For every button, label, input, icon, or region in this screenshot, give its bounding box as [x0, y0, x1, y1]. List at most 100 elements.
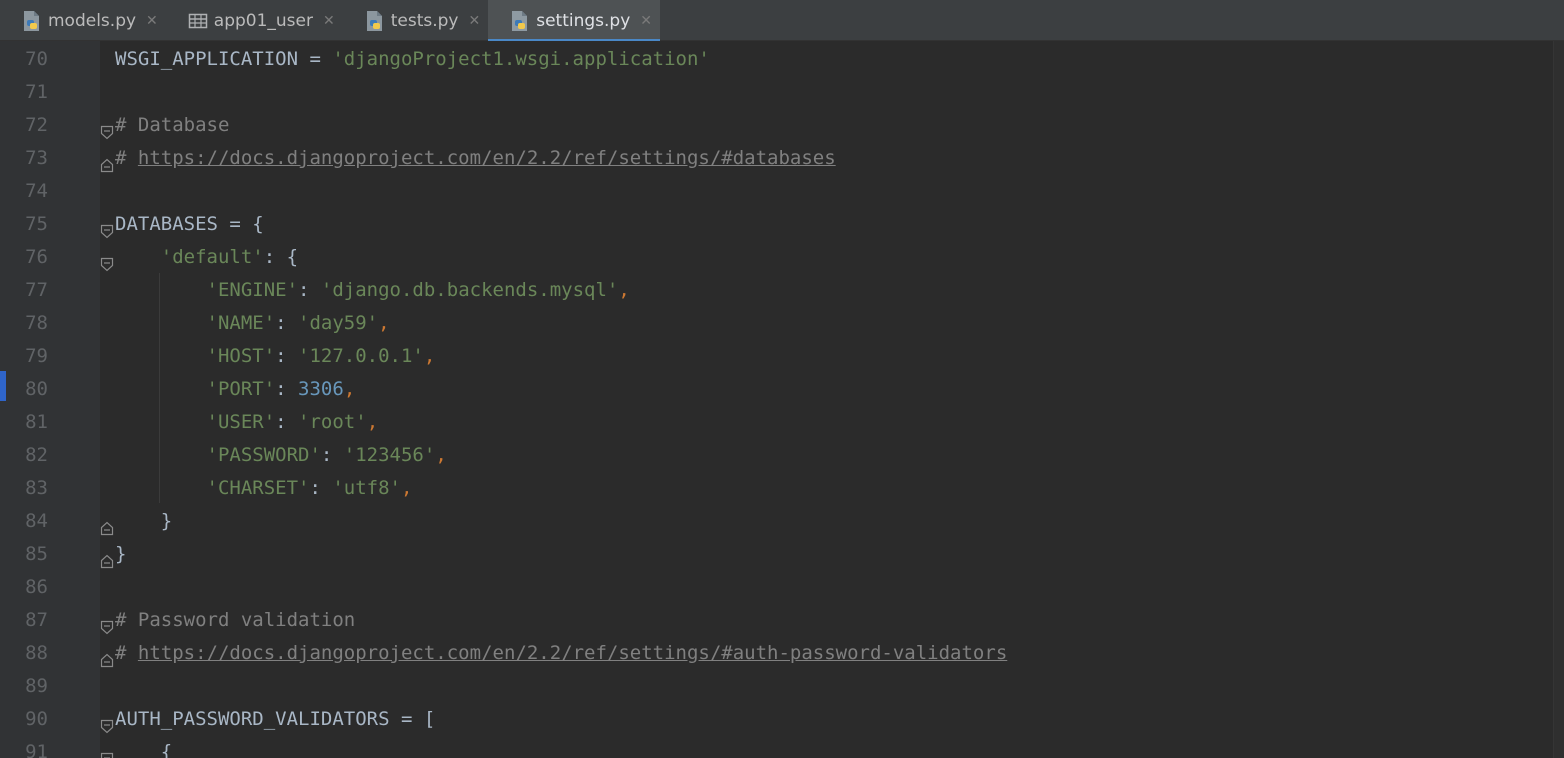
code-text: # Database: [115, 109, 229, 142]
editor-tab-bar: models.py ✕ app01_user ✕ tests.py ✕ settings.p…: [0, 0, 1564, 42]
code-editor[interactable]: 70 WSGI_APPLICATION = 'djangoProject1.wsg…: [0, 41, 1564, 758]
code-line[interactable]: 87 # Password validation: [8, 604, 1554, 637]
line-number: 79: [25, 345, 48, 367]
line-number: 82: [25, 444, 48, 466]
code-text: AUTH_PASSWORD_VALIDATORS = [: [115, 703, 435, 736]
code-line[interactable]: 74: [8, 175, 1554, 208]
tab-models-py[interactable]: models.py ✕: [0, 0, 166, 41]
fold-open-icon[interactable]: [100, 217, 114, 239]
tab-tests-py[interactable]: tests.py ✕: [343, 0, 489, 41]
code-line[interactable]: 70 WSGI_APPLICATION = 'djangoProject1.wsg…: [8, 43, 1554, 76]
code-text: }: [115, 505, 172, 538]
code-text: 'CHARSET': 'utf8',: [115, 472, 413, 505]
line-number: 81: [25, 411, 48, 433]
fold-close-icon[interactable]: [100, 547, 114, 569]
code-token: 'USER': [206, 411, 276, 433]
code-line[interactable]: 75 DATABASES = {: [8, 208, 1554, 241]
code-token: 'djangoProject1.wsgi.application': [332, 48, 710, 70]
fold-open-icon[interactable]: [100, 613, 114, 635]
code-token: :: [275, 411, 299, 433]
fold-close-icon[interactable]: [100, 646, 114, 668]
fold-close-icon[interactable]: [100, 151, 114, 173]
doc-link[interactable]: https://docs.djangoproject.com/en/2.2/re…: [138, 147, 836, 169]
tab-label: app01_user: [213, 10, 313, 31]
doc-link[interactable]: https://docs.djangoproject.com/en/2.2/re…: [138, 642, 1007, 664]
code-line[interactable]: 83 'CHARSET': 'utf8',: [8, 472, 1554, 505]
code-token: :: [320, 444, 344, 466]
code-line[interactable]: 77 'ENGINE': 'django.db.backends.mysql',: [8, 274, 1554, 307]
code-line[interactable]: 89: [8, 670, 1554, 703]
tab-label: models.py: [48, 10, 137, 31]
code-line[interactable]: 76 'default': {: [8, 241, 1554, 274]
code-line[interactable]: 78 'NAME': 'day59',: [8, 307, 1554, 340]
python-file-icon: [510, 10, 530, 32]
code-line[interactable]: 90 AUTH_PASSWORD_VALIDATORS = [: [8, 703, 1554, 736]
code-token: ,: [435, 444, 447, 466]
code-token: 'day59': [298, 312, 379, 334]
code-token: }: [115, 510, 173, 532]
line-number: 90: [25, 708, 48, 730]
code-line[interactable]: 86: [8, 571, 1554, 604]
close-icon[interactable]: ✕: [323, 13, 335, 29]
code-text: }: [115, 538, 126, 571]
code-token: '127.0.0.1': [298, 345, 424, 367]
code-line[interactable]: 82 'PASSWORD': '123456',: [8, 439, 1554, 472]
code-text: 'NAME': 'day59',: [115, 307, 390, 340]
code-token: '123456': [343, 444, 436, 466]
code-token: # Password validation: [115, 609, 356, 631]
left-position-marker: [0, 371, 6, 401]
code-line[interactable]: 81 'USER': 'root',: [8, 406, 1554, 439]
code-token: 'NAME': [206, 312, 276, 334]
code-token: : {: [263, 246, 299, 268]
code-token: DATABASES = {: [115, 213, 264, 235]
line-number: 91: [25, 741, 48, 758]
close-icon[interactable]: ✕: [640, 13, 652, 29]
line-number: 77: [25, 279, 48, 301]
line-number: 88: [25, 642, 48, 664]
fold-open-icon[interactable]: [100, 118, 114, 140]
code-text: 'PASSWORD': '123456',: [115, 439, 447, 472]
code-lines: 70 WSGI_APPLICATION = 'djangoProject1.wsg…: [8, 43, 1554, 758]
code-line[interactable]: 73 # https://docs.djangoproject.com/en/2.…: [8, 142, 1554, 175]
code-text: 'PORT': 3306,: [115, 373, 356, 406]
line-number: 75: [25, 213, 48, 235]
python-file-icon: [22, 10, 42, 32]
fold-open-icon[interactable]: [100, 250, 114, 272]
code-line[interactable]: 71: [8, 76, 1554, 109]
line-number: 89: [25, 675, 48, 697]
tab-app01-user[interactable]: app01_user ✕: [166, 0, 343, 41]
code-line[interactable]: 72 # Database: [8, 109, 1554, 142]
code-token: 'ENGINE': [206, 279, 299, 301]
line-number: 72: [25, 114, 48, 136]
tab-settings-py[interactable]: settings.py ✕: [488, 0, 661, 42]
code-line[interactable]: 79 'HOST': '127.0.0.1',: [8, 340, 1554, 373]
code-token: ,: [618, 279, 630, 301]
fold-open-icon[interactable]: [100, 745, 114, 758]
code-line[interactable]: 80 'PORT': 3306,: [8, 373, 1554, 406]
tab-label: tests.py: [390, 10, 459, 31]
code-token: 'root': [298, 411, 367, 433]
line-number: 76: [25, 246, 48, 268]
fold-close-icon[interactable]: [100, 514, 114, 536]
code-token: 'PASSWORD': [206, 444, 321, 466]
close-icon[interactable]: ✕: [469, 13, 481, 29]
code-line[interactable]: 85}: [8, 538, 1554, 571]
close-icon[interactable]: ✕: [146, 13, 158, 29]
code-token: AUTH_PASSWORD_VALIDATORS = [: [115, 708, 436, 730]
line-number: 87: [25, 609, 48, 631]
code-line[interactable]: 91 {: [8, 736, 1554, 758]
code-text: 'ENGINE': 'django.db.backends.mysql',: [115, 274, 630, 307]
fold-open-icon[interactable]: [100, 712, 114, 734]
editor-scrollbar[interactable]: [1553, 41, 1564, 758]
line-number: 70: [25, 48, 48, 70]
code-token: :: [275, 345, 299, 367]
left-tool-strip: [0, 41, 8, 758]
code-line[interactable]: 88 # https://docs.djangoproject.com/en/2.…: [8, 637, 1554, 670]
code-token: 'default': [160, 246, 264, 268]
code-line[interactable]: 84 }: [8, 505, 1554, 538]
